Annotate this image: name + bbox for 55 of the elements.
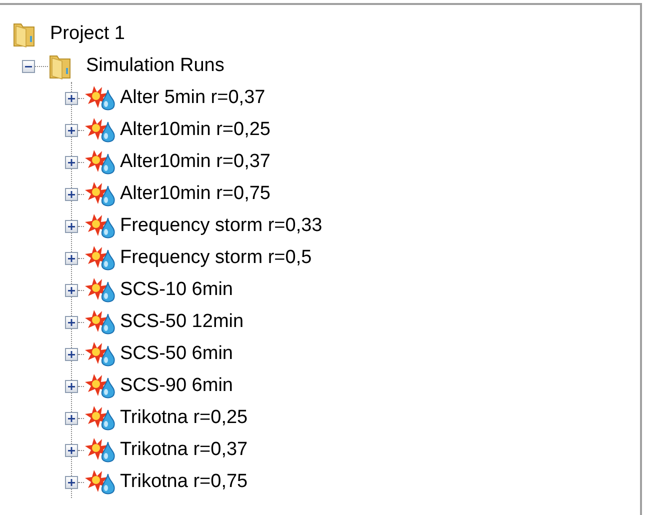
- explosion-and-drop-icon: [84, 276, 118, 304]
- plus-icon: [67, 414, 76, 422]
- expand-button[interactable]: [65, 252, 78, 264]
- explosion-and-drop-icon: [84, 372, 118, 400]
- plus-icon: [67, 158, 76, 166]
- plus-icon: [67, 190, 76, 198]
- expand-button[interactable]: [65, 444, 78, 456]
- expand-button[interactable]: [65, 188, 78, 200]
- expand-button[interactable]: [65, 92, 78, 104]
- tree-item[interactable]: Alter 5min r=0,37: [120, 84, 266, 112]
- plus-icon: [67, 318, 76, 326]
- explosion-and-drop-icon: [84, 84, 118, 112]
- tree-item[interactable]: Project 1: [50, 20, 125, 48]
- explosion-and-drop-icon: [84, 212, 118, 240]
- plus-icon: [67, 286, 76, 294]
- expand-button[interactable]: [65, 380, 78, 392]
- tree-item[interactable]: Trikotna r=0,25: [120, 404, 248, 432]
- collapse-button[interactable]: [22, 60, 35, 72]
- plus-icon: [67, 350, 76, 358]
- explosion-and-drop-icon: [84, 180, 118, 208]
- expand-button[interactable]: [65, 412, 78, 424]
- tree-item[interactable]: SCS-90 6min: [120, 372, 233, 400]
- expand-button[interactable]: [65, 284, 78, 296]
- plus-icon: [67, 126, 76, 134]
- plus-icon: [67, 254, 76, 262]
- plus-icon: [67, 222, 76, 230]
- explosion-and-drop-icon: [84, 436, 118, 464]
- expand-button[interactable]: [65, 476, 78, 488]
- expand-button[interactable]: [65, 220, 78, 232]
- explosion-and-drop-icon: [84, 148, 118, 176]
- expand-button[interactable]: [65, 156, 78, 168]
- tree-item[interactable]: Frequency storm r=0,5: [120, 244, 312, 272]
- explosion-and-drop-icon: [84, 308, 118, 336]
- tree-item[interactable]: Alter10min r=0,75: [120, 180, 270, 208]
- tree-item[interactable]: Alter10min r=0,25: [120, 116, 270, 144]
- tree-item[interactable]: Frequency storm r=0,33: [120, 212, 322, 240]
- tree-item[interactable]: Simulation Runs: [86, 52, 224, 80]
- expand-button[interactable]: [65, 124, 78, 136]
- plus-icon: [67, 94, 76, 102]
- plus-icon: [67, 382, 76, 390]
- plus-icon: [67, 446, 76, 454]
- explosion-and-drop-icon: [84, 340, 118, 368]
- expand-button[interactable]: [65, 348, 78, 360]
- explosion-and-drop-icon: [84, 404, 118, 432]
- expand-button[interactable]: [65, 316, 78, 328]
- explosion-and-drop-icon: [84, 116, 118, 144]
- explosion-and-drop-icon: [84, 468, 118, 496]
- tree-item[interactable]: SCS-50 12min: [120, 308, 244, 336]
- tree-item[interactable]: Alter10min r=0,37: [120, 148, 270, 176]
- tree-item[interactable]: Trikotna r=0,37: [120, 436, 248, 464]
- tree-item[interactable]: SCS-50 6min: [120, 340, 233, 368]
- explosion-and-drop-icon: [84, 244, 118, 272]
- plus-icon: [67, 478, 76, 486]
- tree-item[interactable]: Trikotna r=0,75: [120, 468, 248, 496]
- tree-item[interactable]: SCS-10 6min: [120, 276, 233, 304]
